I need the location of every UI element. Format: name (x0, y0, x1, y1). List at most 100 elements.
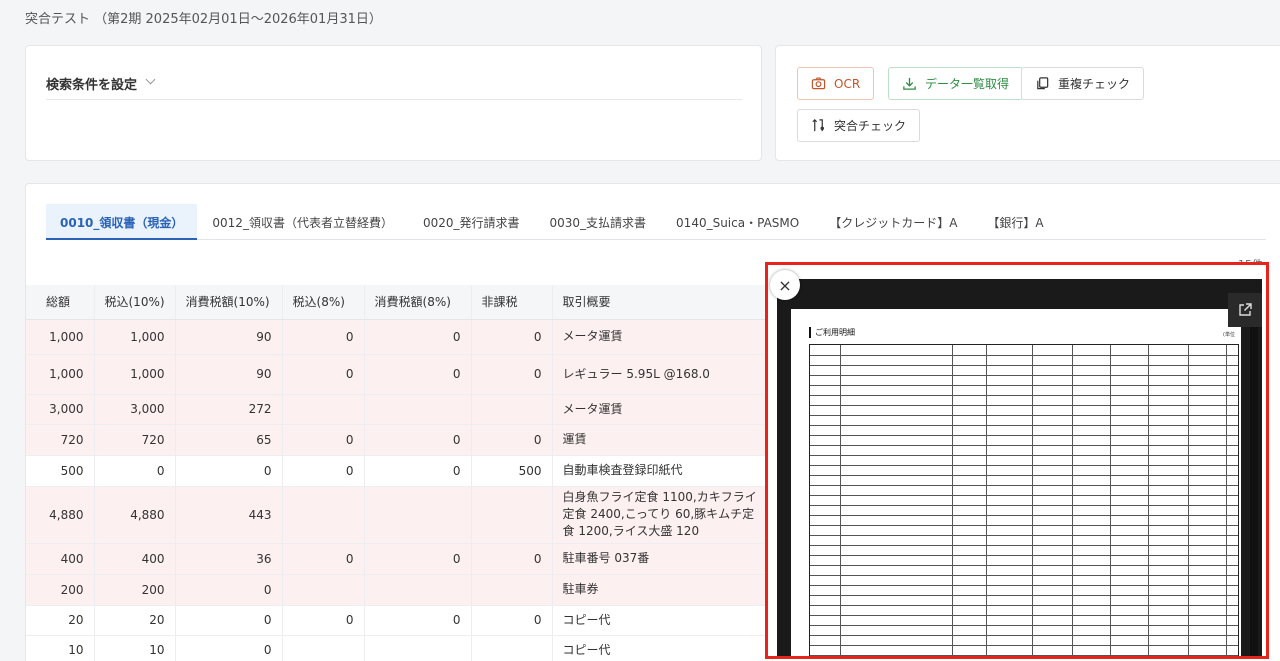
table-cell: メータ運賃 (552, 394, 773, 425)
table-cell (471, 486, 553, 544)
data-list-label: データ一覧取得 (925, 77, 1010, 91)
table-cell: 0 (471, 543, 553, 575)
col-total[interactable]: 総額 (26, 285, 95, 320)
col-nontax[interactable]: 非課税 (471, 285, 553, 320)
col-tax-10[interactable]: 消費税額(10%) (175, 285, 283, 320)
close-preview-button[interactable]: × (770, 270, 800, 300)
table-cell: 0 (175, 605, 283, 636)
tab-receipt-reimbursed[interactable]: 0012_領収書（代表者立替経費） (197, 204, 408, 240)
col-taxin-10[interactable]: 税込(10%) (94, 285, 176, 320)
download-icon (903, 77, 916, 90)
table-cell: 0 (471, 605, 553, 636)
doc-grid-line (810, 515, 1238, 516)
doc-grid-line (810, 435, 1238, 436)
search-card: 検索条件を設定 (25, 45, 762, 161)
table-row[interactable]: 500 0 0 0 0 500 自動車検査登録印紙代 (26, 455, 773, 487)
tab-suica-pasmo[interactable]: 0140_Suica・PASMO (661, 204, 814, 240)
duplicate-check-label: 重複チェック (1058, 77, 1131, 91)
doc-grid-line (1072, 345, 1073, 656)
open-external-button[interactable] (1228, 293, 1262, 327)
table-cell: 0 (364, 543, 472, 575)
table-cell: 0 (175, 574, 283, 606)
col-taxin-8[interactable]: 税込(8%) (282, 285, 365, 320)
table-cell: 4,880 (26, 486, 95, 544)
table-row[interactable]: 4,880 4,880 443 白身魚フライ定食 1100,カキフライ定食 2400,… (26, 486, 773, 544)
doc-grid-line (840, 345, 841, 656)
table-cell: 駐車券 (552, 574, 773, 606)
table-row[interactable]: 1,000 1,000 90 0 0 0 メータ運賃 (26, 319, 773, 355)
doc-grid-line (1226, 345, 1227, 656)
ocr-button[interactable]: OCR (797, 67, 875, 100)
doc-grid-line (810, 635, 1238, 636)
table-cell (364, 394, 472, 425)
table-cell: コピー代 (552, 605, 773, 636)
table-cell (471, 635, 553, 661)
table-cell: 運賃 (552, 424, 773, 456)
chevron-down-icon (145, 74, 156, 85)
category-tabs: 0010_領収書（現金） 0012_領収書（代表者立替経費） 0020_発行請求… (46, 204, 1266, 240)
tab-receipt-cash[interactable]: 0010_領収書（現金） (46, 204, 198, 240)
table-cell: メータ運賃 (552, 319, 773, 355)
table-cell: 0 (282, 424, 365, 456)
table-cell: 400 (94, 543, 176, 575)
table-cell: 1,000 (26, 319, 95, 355)
page-title: 突合テスト （第2期 2025年02月01日〜2026年01月31日） (25, 12, 382, 27)
col-summary[interactable]: 取引概要 (552, 285, 773, 320)
table-cell: 0 (364, 455, 472, 487)
doc-grid-line (810, 595, 1238, 596)
table-cell: 0 (282, 354, 365, 395)
table-cell (282, 635, 365, 661)
table-row[interactable]: 200 200 0 駐車券 (26, 574, 773, 606)
table-row[interactable]: 400 400 36 0 0 0 駐車番号 037番 (26, 543, 773, 575)
doc-grid-line (810, 575, 1238, 576)
table-cell (471, 574, 553, 606)
table-cell: 200 (94, 574, 176, 606)
reconcile-check-button[interactable]: 突合チェック (797, 109, 921, 142)
close-icon: × (778, 275, 792, 295)
doc-grid-line (952, 345, 953, 656)
table-cell: 0 (471, 354, 553, 395)
table-cell: 1,000 (94, 354, 176, 395)
table-cell (282, 574, 365, 606)
table-cell: 1,000 (26, 354, 95, 395)
search-conditions-toggle[interactable]: 検索条件を設定 (46, 74, 742, 100)
table-cell: 10 (26, 635, 95, 661)
data-list-button[interactable]: データ一覧取得 (888, 67, 1024, 100)
doc-grid-line (810, 655, 1238, 656)
table-cell: レギュラー 5.95L @168.0 (552, 354, 773, 395)
table-cell (364, 635, 472, 661)
tab-issued-invoice[interactable]: 0020_発行請求書 (408, 204, 535, 240)
tab-payable-invoice[interactable]: 0030_支払請求書 (535, 204, 662, 240)
table-cell: 0 (282, 605, 365, 636)
table-cell: 自動車検査登録印紙代 (552, 455, 773, 487)
tab-credit-card[interactable]: 【クレジットカード】A (814, 204, 972, 240)
col-tax-8[interactable]: 消費税額(8%) (364, 285, 472, 320)
doc-grid-line (1148, 345, 1149, 656)
table-cell: 272 (175, 394, 283, 425)
table-cell (282, 486, 365, 544)
duplicate-check-button[interactable]: 重複チェック (1021, 67, 1145, 100)
table-row[interactable]: 20 20 0 0 0 0 コピー代 (26, 605, 773, 636)
doc-grid-line (1032, 345, 1033, 656)
scrollbar[interactable] (1250, 327, 1258, 656)
table-cell: 20 (26, 605, 95, 636)
tab-bank[interactable]: 【銀行】A (972, 204, 1058, 240)
table-cell: コピー代 (552, 635, 773, 661)
table-cell: 65 (175, 424, 283, 456)
doc-grid-line (810, 405, 1238, 406)
table-cell: 200 (26, 574, 95, 606)
doc-grid-line (810, 535, 1238, 536)
compare-icon (812, 119, 824, 132)
table-cell: 500 (26, 455, 95, 487)
table-row[interactable]: 720 720 65 0 0 0 運賃 (26, 424, 773, 456)
table-cell: 720 (26, 424, 95, 456)
table-cell: 90 (175, 319, 283, 355)
table-row[interactable]: 10 10 0 コピー代 (26, 635, 773, 661)
table-cell: 白身魚フライ定食 1100,カキフライ定食 2400,こってり 60,豚キムチ定… (552, 486, 773, 544)
table-cell: 1,000 (94, 319, 176, 355)
table-row[interactable]: 1,000 1,000 90 0 0 0 レギュラー 5.95L @168.0 (26, 354, 773, 395)
doc-grid-line (810, 425, 1238, 426)
table-row[interactable]: 3,000 3,000 272 メータ運賃 (26, 394, 773, 425)
table-cell: 駐車番号 037番 (552, 543, 773, 575)
doc-grid-line (810, 415, 1238, 416)
